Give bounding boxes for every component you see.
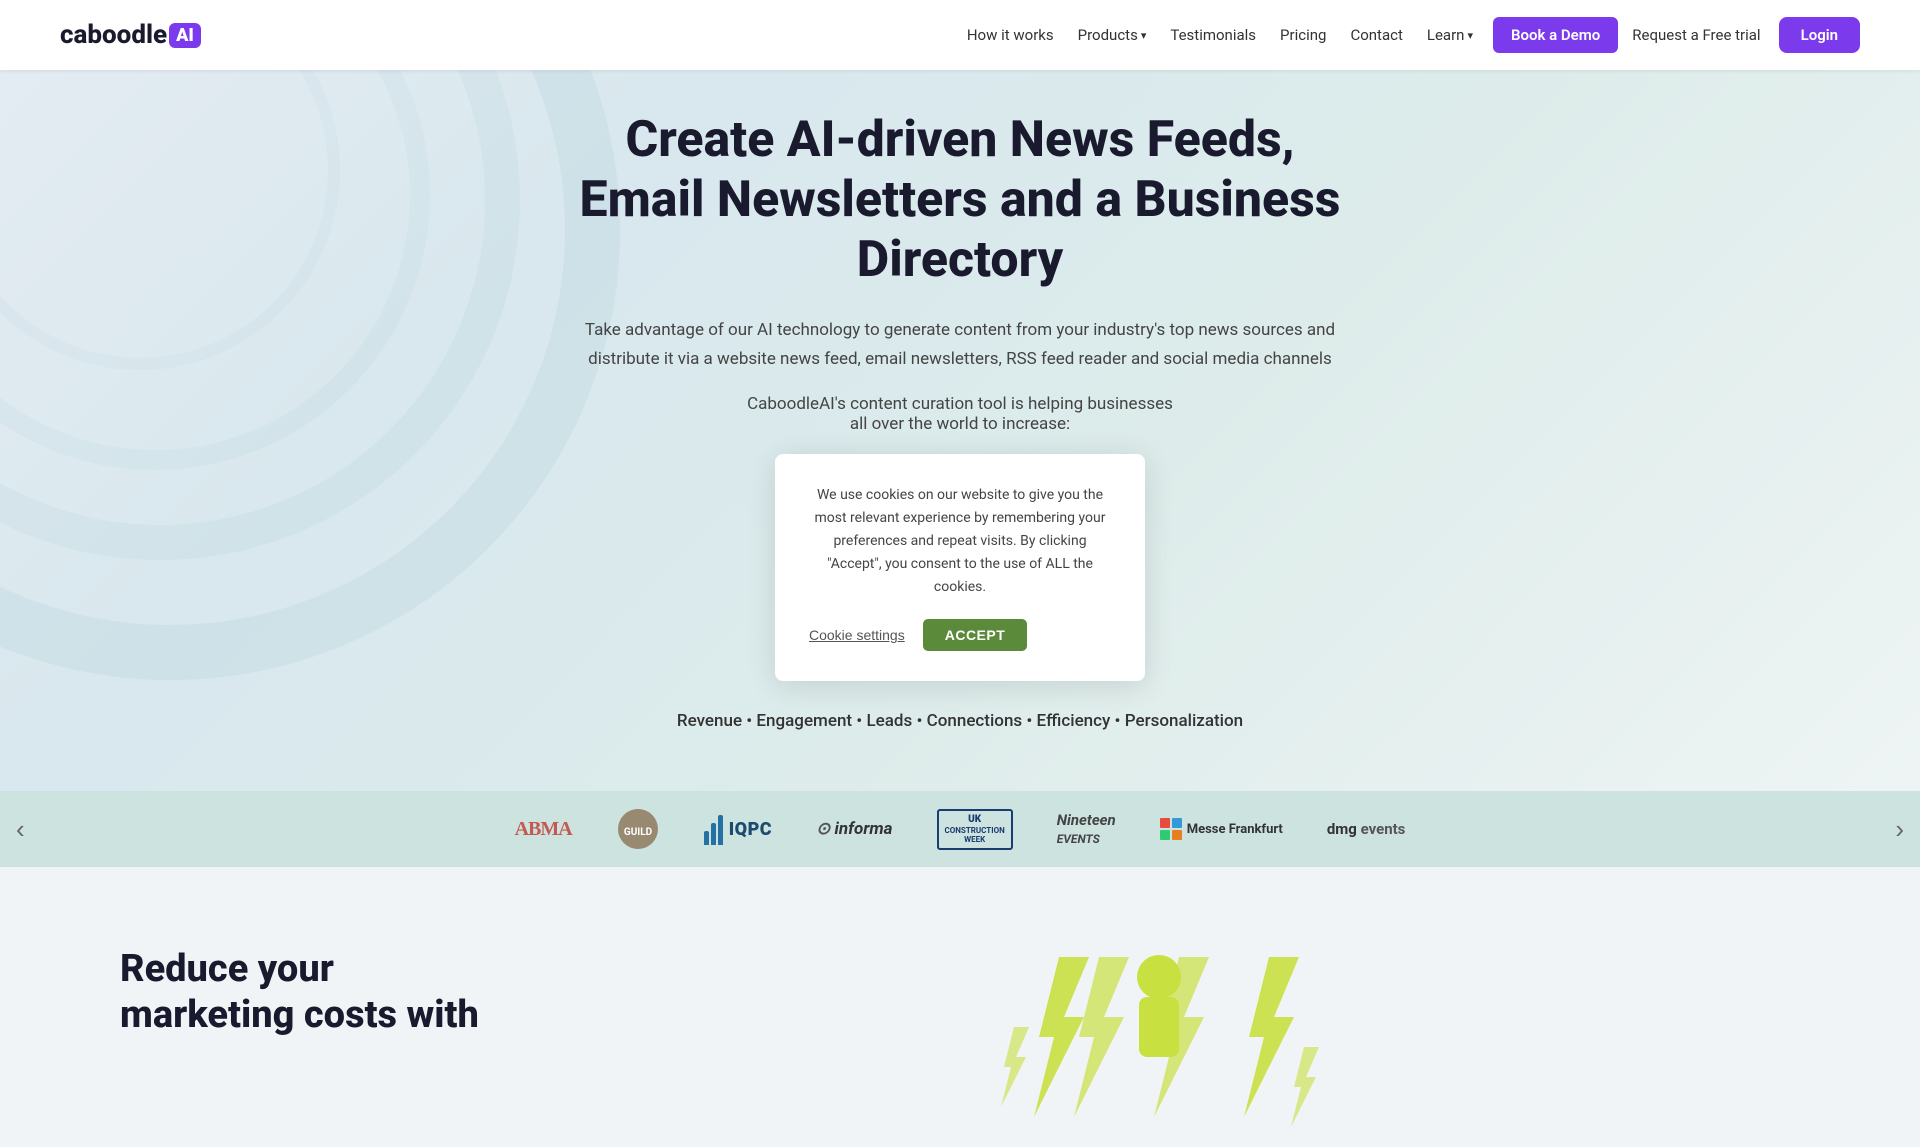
hero-subtitle: Take advantage of our AI technology to g… xyxy=(580,316,1340,374)
book-demo-button[interactable]: Book a Demo xyxy=(1493,17,1618,53)
hero-helper-2: all over the world to increase: xyxy=(850,414,1070,434)
nav-pricing[interactable]: Pricing xyxy=(1270,20,1336,50)
logo[interactable]: caboodle AI xyxy=(60,20,201,50)
logo-abma: ABMA xyxy=(515,807,572,851)
logos-prev-button[interactable]: ‹ xyxy=(0,816,41,842)
logo-dmg-events: dmg events xyxy=(1327,807,1406,851)
login-button[interactable]: Login xyxy=(1779,17,1860,53)
swirl-decoration-2 xyxy=(0,0,520,560)
cookie-message: We use cookies on our website to give yo… xyxy=(809,484,1111,599)
navigation: caboodle AI How it works Products ▾ Test… xyxy=(0,0,1920,70)
swirl-decoration xyxy=(0,0,620,680)
cookie-overlay: We use cookies on our website to give yo… xyxy=(775,454,1145,681)
logo-informa: ⊙ informa xyxy=(816,807,892,851)
nav-links: How it works Products ▾ Testimonials Pri… xyxy=(957,17,1860,53)
bottom-title: Reduce your marketing costs with xyxy=(120,947,479,1038)
bottom-text: Reduce your marketing costs with xyxy=(120,947,479,1038)
logo-messe-frankfurt: Messe Frankfurt xyxy=(1160,807,1283,851)
swirl-decoration-3 xyxy=(0,0,430,470)
logo-ai-badge: AI xyxy=(169,23,201,48)
illustration-svg xyxy=(969,947,1369,1147)
request-free-trial-link[interactable]: Request a Free trial xyxy=(1622,20,1770,50)
hero-section: Create AI-driven News Feeds, Email Newsl… xyxy=(0,0,1920,791)
svg-text:GUILD: GUILD xyxy=(624,827,653,838)
nav-testimonials[interactable]: Testimonials xyxy=(1160,20,1266,50)
logo-guild: GUILD xyxy=(616,807,660,851)
bottom-section: Reduce your marketing costs with xyxy=(0,867,1920,1147)
logo-uk-construction: UK CONSTRUCTION WEEK xyxy=(937,807,1013,851)
logos-inner: ABMA GUILD IQPC ⊙ informa xyxy=(41,807,1880,851)
logos-next-button[interactable]: › xyxy=(1879,816,1920,842)
cookie-accept-button[interactable]: ACCEPT xyxy=(923,619,1028,651)
nav-contact[interactable]: Contact xyxy=(1340,20,1412,50)
logos-strip: ‹ ABMA GUILD IQPC ⊙ informa xyxy=(0,791,1920,867)
hero-title: Create AI-driven News Feeds, Email Newsl… xyxy=(570,110,1350,290)
products-arrow-icon: ▾ xyxy=(1141,29,1147,42)
cookie-banner: We use cookies on our website to give yo… xyxy=(775,454,1145,681)
cookie-actions: Cookie settings ACCEPT xyxy=(809,619,1111,651)
logo-iqpc: IQPC xyxy=(704,807,772,851)
bottom-illustration xyxy=(539,947,1800,1147)
cookie-settings-button[interactable]: Cookie settings xyxy=(809,627,905,643)
nav-learn[interactable]: Learn ▾ xyxy=(1417,20,1483,50)
hero-benefits: Revenue • Engagement • Leads • Connectio… xyxy=(677,711,1243,731)
learn-arrow-icon: ▾ xyxy=(1467,29,1473,42)
nav-how-it-works[interactable]: How it works xyxy=(957,20,1064,50)
logo-nineteen: NineteenEVENTS xyxy=(1057,807,1116,851)
logo-brand: caboodle xyxy=(60,20,167,50)
nav-products[interactable]: Products ▾ xyxy=(1068,20,1157,50)
hero-helper-1: CaboodleAI's content curation tool is he… xyxy=(747,394,1173,414)
